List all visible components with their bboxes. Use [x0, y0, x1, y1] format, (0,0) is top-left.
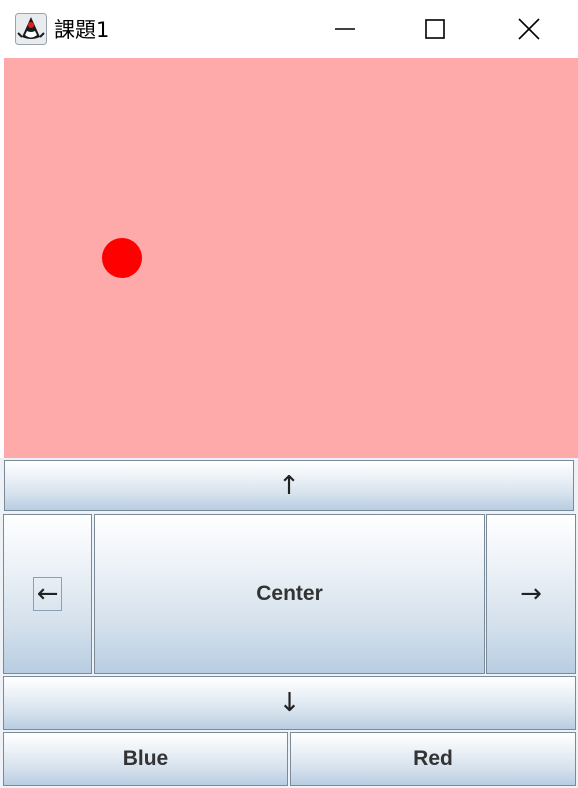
center-label: Center [256, 582, 323, 605]
minimize-icon [335, 28, 355, 30]
app-window: 課題1 ↑ ← Center → ↓ Blue Red [0, 0, 578, 788]
maximize-icon [425, 19, 445, 39]
down-button[interactable]: ↓ [3, 676, 576, 730]
title-bar[interactable]: 課題1 [0, 0, 578, 58]
up-button[interactable]: ↑ [4, 460, 574, 511]
down-arrow-label: ↓ [278, 688, 301, 718]
button-panel: ↑ ← Center → ↓ Blue Red [0, 458, 578, 788]
blue-label: Blue [122, 747, 169, 770]
close-icon [518, 18, 540, 40]
red-button[interactable]: Red [290, 732, 576, 786]
left-arrow-label: ← [32, 577, 63, 611]
right-button[interactable]: → [486, 514, 576, 674]
drawing-canvas[interactable] [4, 58, 578, 458]
minimize-button[interactable] [300, 0, 392, 58]
center-button[interactable]: Center [94, 514, 485, 674]
java-duke-icon [15, 13, 47, 45]
close-button[interactable] [484, 0, 576, 58]
red-label: Red [413, 747, 453, 770]
right-arrow-label: → [520, 579, 542, 609]
window-title: 課題1 [54, 18, 110, 42]
blue-button[interactable]: Blue [3, 732, 288, 786]
red-ball [102, 238, 142, 278]
up-arrow-label: ↑ [278, 470, 300, 501]
left-button[interactable]: ← [3, 514, 92, 674]
maximize-button[interactable] [390, 0, 482, 58]
